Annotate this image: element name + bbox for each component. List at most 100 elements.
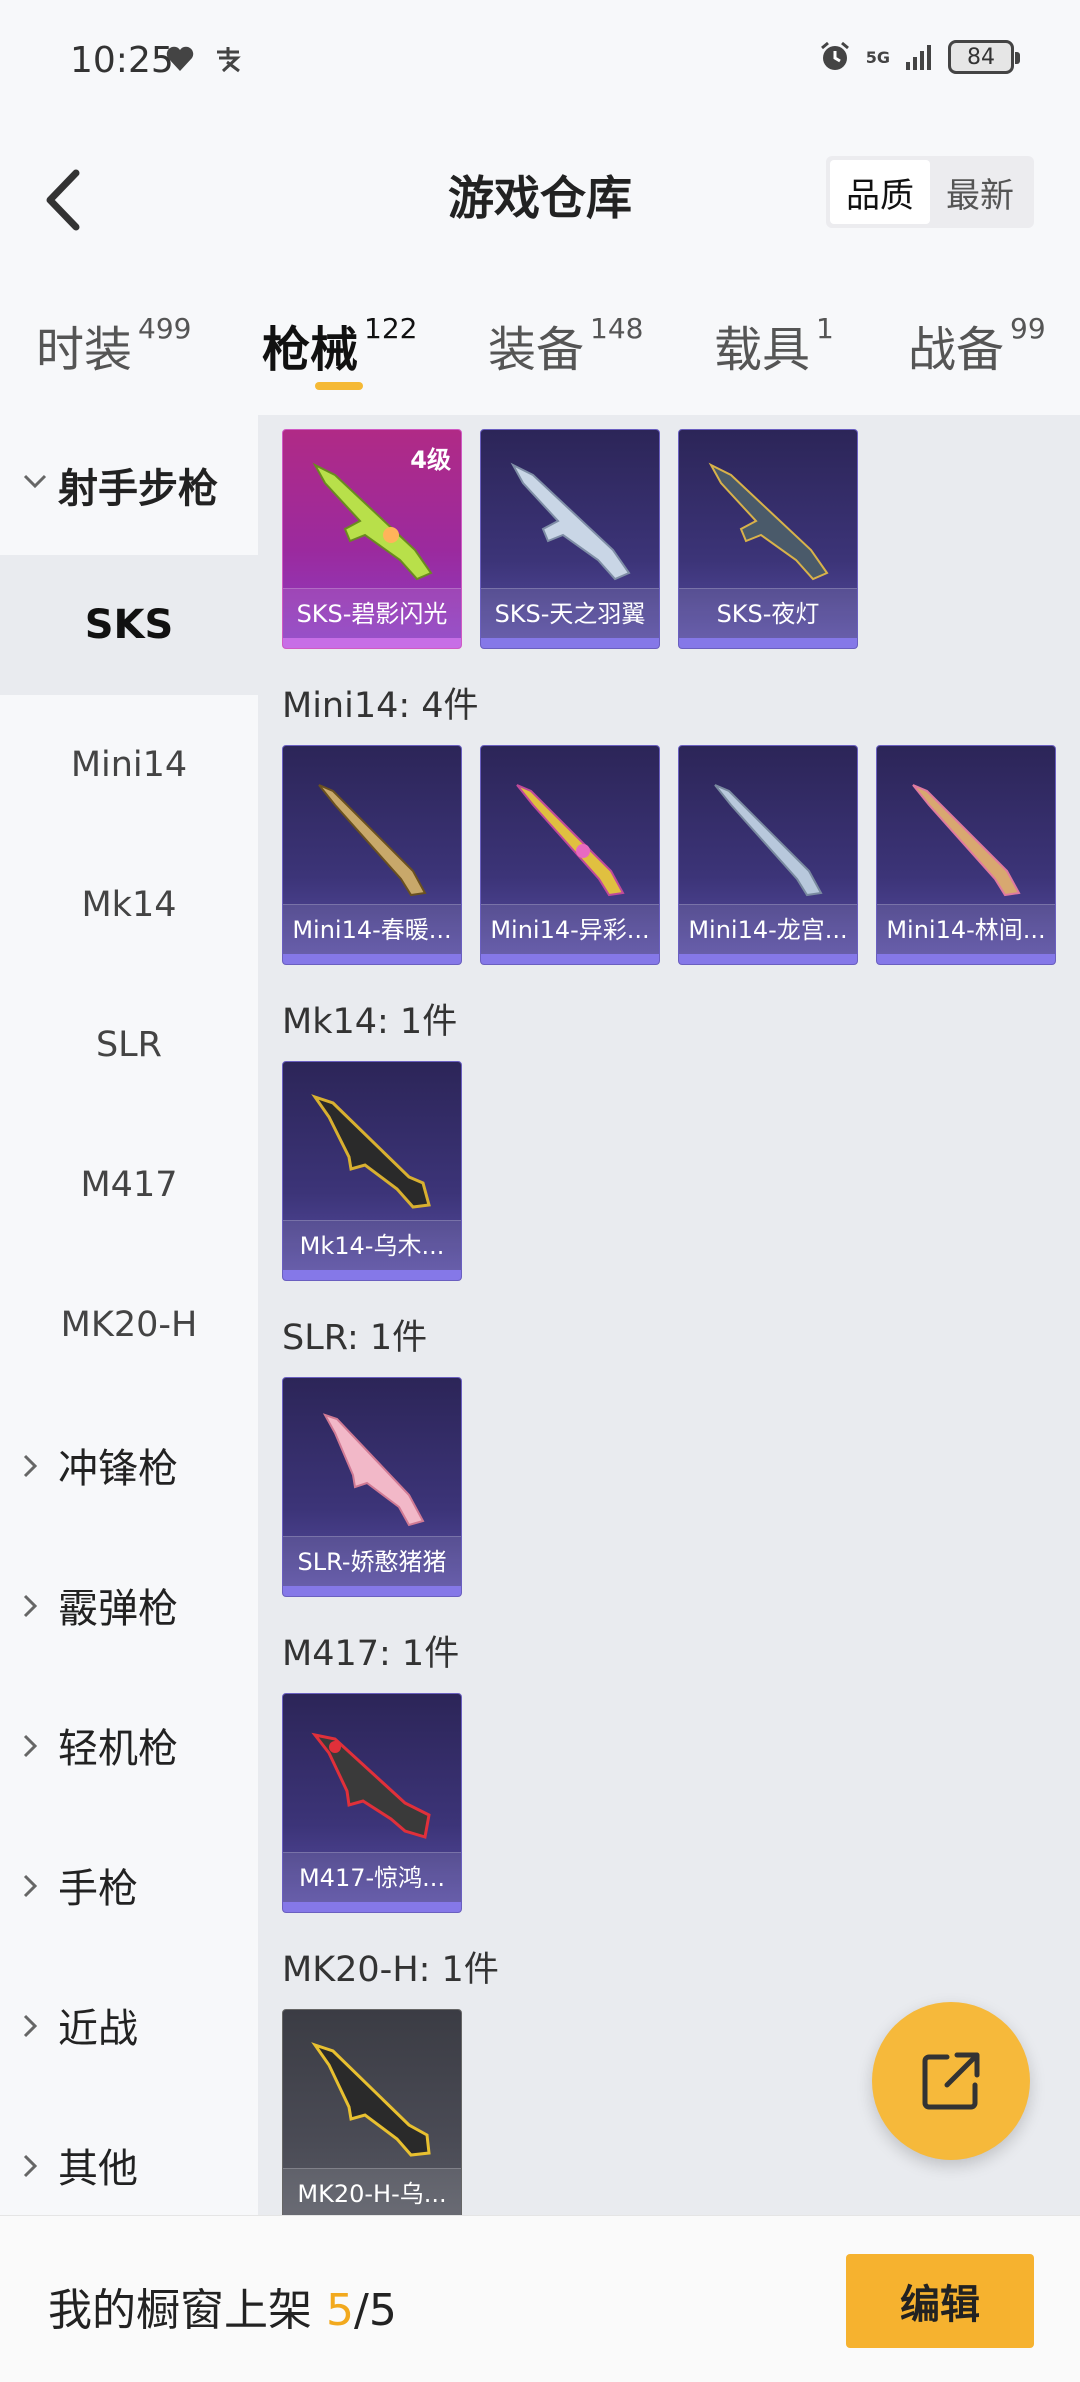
tab-count: 1 [816, 312, 834, 345]
tab-weapons[interactable]: 枪械 122 [262, 310, 417, 380]
tab-vehicles[interactable]: 载具 1 [714, 310, 834, 380]
chevron-right-icon [23, 2154, 38, 2178]
tab-count: 499 [138, 312, 192, 345]
rarity-bar [283, 1902, 461, 1912]
rifle-icon [311, 1732, 431, 1839]
sidebar-item-mk14[interactable]: Mk14 [0, 835, 258, 975]
chevron-right-icon [23, 2014, 38, 2038]
status-time: 10:25 [70, 40, 174, 81]
section-title-m417: M417: 1件 [282, 1634, 460, 1674]
sidebar-group-lmg[interactable]: 轻机枪 [0, 1675, 258, 1815]
sidebar-item-label: Mini14 [70, 745, 188, 785]
sidebar-group-label: 霰弹枪 [58, 1586, 178, 1632]
item-name: Mini14-龙宫... [679, 904, 857, 954]
bottom-bar: 我的橱窗上架 5/5 编辑 [0, 2215, 1080, 2382]
external-link-icon [922, 2052, 980, 2110]
edit-button[interactable]: 编辑 [846, 2254, 1034, 2348]
item-card[interactable]: MK20-H-乌... [282, 2009, 462, 2215]
rifle-icon [311, 1094, 431, 1209]
sidebar-item-slr[interactable]: SLR [0, 975, 258, 1115]
item-name: Mk14-乌木... [283, 1220, 461, 1270]
item-card[interactable]: Mk14-乌木... [282, 1061, 462, 1281]
card-row-m417: M417-惊鸿... [282, 1693, 462, 1913]
status-left-icons [165, 44, 243, 74]
item-grid: 4级 SKS-碧影闪光 SKS-天之羽翼 SKS-夜灯 Mini14: 4件 M… [258, 415, 1080, 2215]
sidebar-group-label: 近战 [58, 2006, 138, 2052]
battery-indicator: 84 [948, 40, 1020, 74]
item-name: SKS-天之羽翼 [481, 588, 659, 638]
active-tab-indicator [315, 382, 363, 390]
item-card[interactable]: M417-惊鸿... [282, 1693, 462, 1913]
sidebar: 射手步枪 SKS Mini14 Mk14 SLR M417 MK20-H 冲锋枪… [0, 415, 258, 2215]
sidebar-group-melee[interactable]: 近战 [0, 1955, 258, 2095]
showcase-label: 我的橱窗上架 [48, 2285, 312, 2336]
sidebar-group-other[interactable]: 其他 [0, 2095, 258, 2235]
rarity-bar [283, 1270, 461, 1280]
rarity-bar [679, 954, 857, 964]
tab-label: 枪械 [262, 322, 359, 378]
showcase-total-count: 5 [368, 2285, 397, 2336]
item-card[interactable]: Mini14-林间... [876, 745, 1056, 965]
sidebar-item-label: SKS [84, 602, 174, 648]
tab-equipment[interactable]: 装备 148 [488, 310, 643, 380]
section-title-mini14: Mini14: 4件 [282, 686, 479, 726]
rarity-bar [283, 638, 461, 648]
sidebar-group-shotgun[interactable]: 霰弹枪 [0, 1535, 258, 1675]
sidebar-group-dmr[interactable]: 射手步枪 [0, 415, 258, 555]
sidebar-item-label: MK20-H [60, 1305, 198, 1345]
sidebar-item-sks[interactable]: SKS [0, 555, 258, 695]
showcase-status: 我的橱窗上架 5/5 [48, 2274, 397, 2338]
item-name: SKS-碧影闪光 [283, 588, 461, 638]
tab-fashion[interactable]: 时装 499 [36, 310, 191, 380]
card-row-mk20h: MK20-H-乌... [282, 2009, 462, 2215]
network-label: 5G [865, 47, 890, 67]
heart-icon [166, 46, 194, 71]
sidebar-group-label: 射手步枪 [58, 466, 218, 512]
item-card[interactable]: Mini14-异彩... [480, 745, 660, 965]
item-name: SKS-夜灯 [679, 588, 857, 638]
rifle-icon [516, 784, 625, 897]
card-row-mk14: Mk14-乌木... [282, 1061, 462, 1281]
item-card[interactable]: 4级 SKS-碧影闪光 [282, 429, 462, 649]
status-bar: 10:25 5G 84 [0, 0, 1080, 110]
header: 游戏仓库 品质 最新 [0, 110, 1080, 270]
rarity-bar [877, 954, 1055, 964]
sidebar-group-pistol[interactable]: 手枪 [0, 1815, 258, 1955]
battery-level: 84 [967, 44, 995, 70]
item-card[interactable]: SLR-娇憨猪猪 [282, 1377, 462, 1597]
item-name: M417-惊鸿... [283, 1852, 461, 1902]
item-name: MK20-H-乌... [283, 2168, 461, 2215]
item-name: Mini14-春暖... [283, 904, 461, 954]
item-card[interactable]: SKS-夜灯 [678, 429, 858, 649]
tab-count: 122 [364, 312, 418, 345]
sort-toggle: 品质 最新 [826, 156, 1034, 228]
card-row-sks: 4级 SKS-碧影闪光 SKS-天之羽翼 SKS-夜灯 [282, 429, 858, 649]
sidebar-item-m417[interactable]: M417 [0, 1115, 258, 1255]
showcase-separator: / [354, 2285, 369, 2336]
alarm-icon [820, 41, 849, 70]
chevron-right-icon [23, 1594, 38, 1618]
sort-latest-button[interactable]: 最新 [930, 160, 1030, 224]
rarity-bar [679, 638, 857, 648]
section-title-slr: SLR: 1件 [282, 1318, 428, 1358]
sidebar-group-smg[interactable]: 冲锋枪 [0, 1395, 258, 1535]
rarity-bar [481, 954, 659, 964]
tab-supplies[interactable]: 战备 99 [908, 310, 1046, 380]
status-right-icons: 5G 84 [818, 40, 1020, 74]
item-card[interactable]: SKS-天之羽翼 [480, 429, 660, 649]
sidebar-item-mk20h[interactable]: MK20-H [0, 1255, 258, 1395]
share-button[interactable] [872, 2002, 1030, 2160]
tab-count: 99 [1010, 312, 1046, 345]
rifle-icon [912, 784, 1021, 897]
rarity-bar [283, 954, 461, 964]
item-card[interactable]: Mini14-春暖... [282, 745, 462, 965]
item-name: SLR-娇憨猪猪 [283, 1536, 461, 1586]
chevron-right-icon [23, 1734, 38, 1758]
sidebar-group-label: 轻机枪 [58, 1726, 178, 1772]
tab-label: 战备 [908, 322, 1005, 378]
sidebar-item-mini14[interactable]: Mini14 [0, 695, 258, 835]
tab-label: 装备 [488, 322, 585, 378]
item-card[interactable]: Mini14-龙宫... [678, 745, 858, 965]
chevron-right-icon [23, 1874, 38, 1898]
sort-quality-button[interactable]: 品质 [830, 160, 930, 224]
